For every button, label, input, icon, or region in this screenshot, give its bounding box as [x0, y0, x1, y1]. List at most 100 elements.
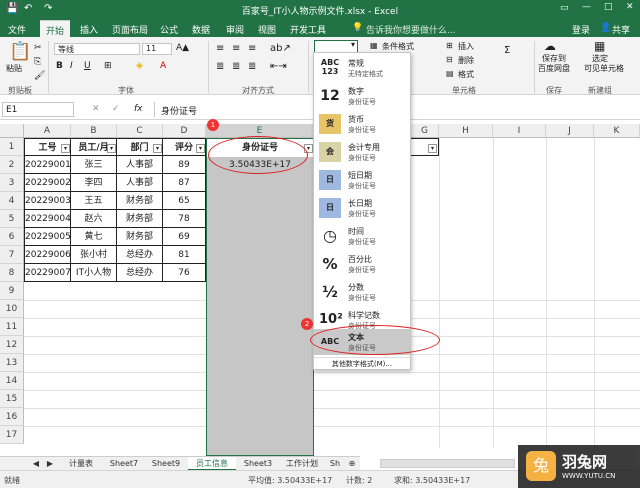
row-header[interactable]: 9 [0, 282, 24, 300]
indent-icon[interactable]: ⇤⇥ [270, 61, 287, 72]
tell-me-search[interactable]: 告诉我你想要做什么... [366, 23, 456, 36]
bold-icon[interactable]: B [56, 61, 63, 71]
row-header[interactable]: 10 [0, 300, 24, 318]
fill-color-icon[interactable]: ◈ [136, 61, 143, 71]
filter-dropdown-icon[interactable]: ▾ [61, 144, 70, 153]
select-visible-icon[interactable]: ▦ [594, 39, 605, 53]
more-number-formats-link[interactable]: 其他数字格式(M)... [314, 357, 410, 369]
table-cell[interactable]: 20229001 [24, 156, 71, 174]
filter-dropdown-icon[interactable]: ▾ [153, 144, 162, 153]
tab-view[interactable]: 视图 [258, 23, 276, 36]
format-option-fraction[interactable]: ½ 分数 身份证号 [314, 279, 410, 305]
minimize-icon[interactable]: — [582, 2, 591, 12]
grow-font-icon[interactable]: A▲ [176, 43, 189, 53]
delete-cells-button[interactable]: 删除 [458, 55, 474, 66]
align-center-icon[interactable]: ≣ [232, 61, 240, 72]
format-cells-icon[interactable]: ▤ [446, 69, 454, 78]
filter-dropdown-icon[interactable]: ▾ [107, 144, 116, 153]
sheet-tab[interactable]: 工作计划 [280, 457, 324, 471]
conditional-format-button[interactable]: 条件格式 [382, 41, 414, 52]
table-cell[interactable]: 财务部 [117, 210, 163, 228]
table-cell[interactable]: 20229002 [24, 174, 71, 192]
column-header[interactable]: D [163, 124, 206, 138]
row-header[interactable]: 14 [0, 372, 24, 390]
font-size-select[interactable]: 11 [142, 43, 172, 55]
column-header[interactable]: B [71, 124, 117, 138]
row-header[interactable]: 13 [0, 354, 24, 372]
enter-icon[interactable]: ✓ [112, 104, 120, 114]
align-middle-icon[interactable]: ≡ [232, 43, 240, 54]
column-header[interactable]: J [546, 124, 594, 138]
format-option-general[interactable]: ABC 123 常规 无特定格式 [314, 55, 410, 81]
paste-icon[interactable]: 📋 [9, 41, 31, 62]
format-option-percentage[interactable]: % 百分比 身份证号 [314, 251, 410, 277]
row-header[interactable]: 11 [0, 318, 24, 336]
tab-data[interactable]: 数据 [192, 23, 210, 36]
column-header[interactable]: A [24, 124, 71, 138]
sum-icon[interactable]: Σ [504, 45, 510, 56]
add-sheet-icon[interactable]: ⊕ [346, 457, 358, 471]
format-option-accounting[interactable]: 会 会计专用 身份证号 [314, 139, 410, 165]
sheet-tab[interactable]: 计量表 [60, 457, 102, 471]
cancel-icon[interactable]: ✕ [92, 104, 100, 114]
format-cells-button[interactable]: 格式 [458, 69, 474, 80]
row-header[interactable]: 2 [0, 156, 24, 174]
row-header[interactable]: 16 [0, 408, 24, 426]
column-header[interactable]: G [411, 124, 439, 138]
scroll-left-icon[interactable]: ◀ [30, 457, 42, 471]
select-all-corner[interactable] [0, 124, 24, 138]
row-header[interactable]: 6 [0, 228, 24, 246]
insert-cells-button[interactable]: 插入 [458, 41, 474, 52]
row-header[interactable]: 1 [0, 138, 24, 156]
table-cell[interactable]: 人事部 [117, 156, 163, 174]
row-header[interactable]: 5 [0, 210, 24, 228]
table-cell[interactable]: 65 [163, 192, 206, 210]
copy-icon[interactable]: ⎘ [34, 57, 41, 67]
selected-column-e[interactable] [206, 138, 314, 456]
column-header[interactable]: K [594, 124, 640, 138]
format-painter-icon[interactable]: 🖌 [34, 71, 45, 81]
share-button[interactable]: 共享 [612, 23, 630, 36]
align-right-icon[interactable]: ≣ [248, 61, 256, 72]
sheet-tab[interactable]: Sheet7 [104, 457, 144, 471]
close-icon[interactable]: ✕ [626, 2, 634, 12]
horizontal-scrollbar[interactable] [380, 459, 515, 468]
share-icon[interactable]: 👤 [600, 23, 611, 33]
column-header[interactable]: C [117, 124, 163, 138]
table-cell[interactable]: 张三 [71, 156, 117, 174]
table-cell[interactable]: 20229003 [24, 192, 71, 210]
baidu-netdisk-label[interactable]: 百度网盘 [538, 63, 570, 74]
conditional-format-icon[interactable]: ▦ [370, 41, 378, 50]
row-header[interactable]: 4 [0, 192, 24, 210]
tab-developer[interactable]: 开发工具 [290, 23, 326, 36]
row-header[interactable]: 8 [0, 264, 24, 282]
row-header[interactable]: 3 [0, 174, 24, 192]
tab-formulas[interactable]: 公式 [160, 23, 178, 36]
sign-in-link[interactable]: 登录 [572, 23, 590, 36]
ribbon-options-icon[interactable]: ▭ [560, 3, 569, 13]
row-header[interactable]: 17 [0, 426, 24, 444]
table-cell[interactable]: 赵六 [71, 210, 117, 228]
table-cell[interactable]: 李四 [71, 174, 117, 192]
filter-dropdown-icon[interactable]: ▾ [196, 144, 205, 153]
table-cell[interactable]: 王五 [71, 192, 117, 210]
table-cell[interactable]: 20229007 [24, 264, 71, 282]
align-bottom-icon[interactable]: ≡ [248, 43, 256, 54]
table-cell[interactable]: 人事部 [117, 174, 163, 192]
table-cell[interactable]: 87 [163, 174, 206, 192]
insert-function-icon[interactable]: fx [134, 104, 143, 114]
sheet-tab[interactable]: Sheet9 [146, 457, 186, 471]
paste-button[interactable]: 粘贴 [6, 63, 22, 74]
format-option-number[interactable]: 12 数字 身份证号 [314, 83, 410, 109]
table-cell[interactable]: 财务部 [117, 192, 163, 210]
maximize-icon[interactable]: □ [604, 2, 613, 12]
table-cell[interactable]: 78 [163, 210, 206, 228]
row-header[interactable]: 7 [0, 246, 24, 264]
column-header[interactable]: I [493, 124, 546, 138]
table-cell[interactable]: 76 [163, 264, 206, 282]
table-cell[interactable]: 20229004 [24, 210, 71, 228]
format-option-long-date[interactable]: 日 长日期 身份证号 [314, 195, 410, 221]
align-left-icon[interactable]: ≣ [216, 61, 224, 72]
format-option-time[interactable]: ◷ 时间 身份证号 [314, 223, 410, 249]
table-cell[interactable]: IT小人物 [71, 264, 117, 282]
